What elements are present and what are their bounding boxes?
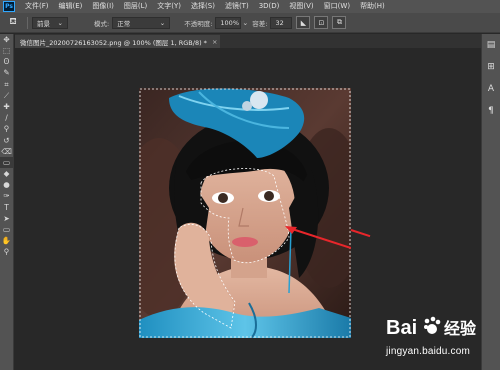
character-icon[interactable]: A — [482, 78, 500, 100]
photo-illustration — [139, 88, 351, 338]
document-tab[interactable]: 微信图片_20200726163052.png @ 100% (图层 1, RG… — [15, 35, 220, 48]
menu-layer[interactable]: 图层(L) — [119, 0, 152, 13]
properties-icon[interactable]: ⊞ — [482, 56, 500, 78]
tolerance-input[interactable]: 32 — [270, 16, 293, 29]
chevron-down-icon[interactable]: ⌄ — [242, 19, 248, 27]
menu-file[interactable]: 文件(F) — [20, 0, 54, 13]
divider — [27, 16, 28, 29]
lasso-icon[interactable]: ʘ — [0, 56, 13, 67]
baidu-jingyan-watermark: Bai 经验 jingyan.baidu.com — [384, 312, 496, 368]
tools-panel: ✥ ⬚ ʘ ✎ ⌗ ⟋ ✚ ∕ ⚲ ↺ ⌫ ▭ ◆ ● ✑ T ➤ ▭ ✋ ⚲ — [0, 34, 14, 370]
paint-bucket-icon: ⛾ — [9, 17, 17, 27]
clone-stamp-icon[interactable]: ⚲ — [0, 124, 13, 135]
dodge-icon[interactable]: ● — [0, 179, 13, 190]
opacity-input[interactable]: 100% — [215, 16, 242, 29]
gradient-icon[interactable]: ▭ — [0, 157, 13, 169]
menu-type[interactable]: 文字(Y) — [152, 0, 186, 13]
layers-icon[interactable]: ▤ — [482, 34, 500, 56]
fill-source-select[interactable]: 前景 ⌄ — [32, 16, 68, 29]
baidu-logo: Bai 经验 — [386, 316, 477, 339]
paw-icon — [424, 316, 441, 334]
eraser-icon[interactable]: ⌫ — [0, 146, 13, 157]
move-icon[interactable]: ✥ — [0, 34, 13, 45]
crop-icon[interactable]: ⌗ — [0, 79, 13, 90]
marquee-icon[interactable]: ⬚ — [0, 45, 13, 56]
watermark-url: jingyan.baidu.com — [386, 346, 471, 357]
menu-help[interactable]: 帮助(H) — [355, 0, 390, 13]
document-image[interactable] — [139, 88, 351, 338]
brush-icon[interactable]: ∕ — [0, 112, 13, 123]
menu-view[interactable]: 视图(V) — [284, 0, 318, 13]
menu-select[interactable]: 选择(S) — [186, 0, 220, 13]
quick-select-icon[interactable]: ✎ — [0, 68, 13, 79]
mode-select[interactable]: 正常 ⌄ — [112, 16, 171, 29]
anti-alias-toggle[interactable]: ◣ — [296, 16, 311, 29]
document-tabs: 微信图片_20200726163052.png @ 100% (图层 1, RG… — [15, 34, 481, 48]
mode-value: 正常 — [117, 19, 131, 28]
chevron-down-icon: ⌄ — [57, 18, 63, 27]
fill-source-value: 前景 — [37, 19, 50, 28]
mode-label: 模式: — [94, 19, 110, 28]
menu-3d[interactable]: 3D(D) — [254, 0, 285, 13]
tolerance-value: 32 — [275, 18, 284, 27]
menu-window[interactable]: 窗口(W) — [319, 0, 355, 13]
zoom-icon[interactable]: ⚲ — [0, 247, 13, 258]
tolerance-label: 容差: — [252, 19, 268, 28]
anti-alias-icon: ◣ — [300, 18, 307, 27]
tool-preset-picker[interactable]: ⛾ — [3, 16, 23, 30]
opacity-value: 100% — [220, 18, 239, 27]
blur-icon[interactable]: ◆ — [0, 168, 13, 179]
menu-image[interactable]: 图像(I) — [87, 0, 119, 13]
menu-edit[interactable]: 编辑(E) — [54, 0, 88, 13]
arrow-tail — [350, 229, 371, 238]
contiguous-toggle[interactable]: ⊡ — [314, 16, 329, 29]
hand-icon[interactable]: ✋ — [0, 235, 13, 246]
menu-filter[interactable]: 滤镜(T) — [220, 0, 254, 13]
menu-bar: Ps 文件(F) 编辑(E) 图像(I) 图层(L) 文字(Y) 选择(S) 滤… — [0, 0, 500, 13]
photoshop-logo[interactable]: Ps — [3, 1, 15, 12]
opacity-label: 不透明度: — [184, 19, 213, 28]
all-layers-toggle[interactable]: ⧉ — [332, 16, 347, 29]
options-bar: ⛾ 前景 ⌄ 模式: 正常 ⌄ 不透明度: 100% ⌄ 容差: 32 ◣ ⊡ … — [0, 13, 500, 33]
type-icon[interactable]: T — [0, 202, 13, 213]
contiguous-icon: ⊡ — [318, 18, 325, 27]
shape-icon[interactable]: ▭ — [0, 224, 13, 235]
eyedropper-icon[interactable]: ⟋ — [0, 90, 13, 101]
paragraph-icon[interactable]: ¶ — [482, 100, 500, 122]
history-brush-icon[interactable]: ↺ — [0, 135, 13, 146]
brand-text: Bai — [386, 317, 417, 339]
brand-text-2: 经验 — [444, 319, 477, 338]
close-icon[interactable]: × — [212, 38, 217, 46]
document-title: 微信图片_20200726163052.png @ 100% (图层 1, RG… — [20, 38, 207, 47]
pen-icon[interactable]: ✑ — [0, 191, 13, 202]
healing-icon[interactable]: ✚ — [0, 101, 13, 112]
chevron-down-icon: ⌄ — [159, 18, 166, 27]
path-select-icon[interactable]: ➤ — [0, 213, 13, 224]
layers-icon: ⧉ — [336, 18, 342, 26]
